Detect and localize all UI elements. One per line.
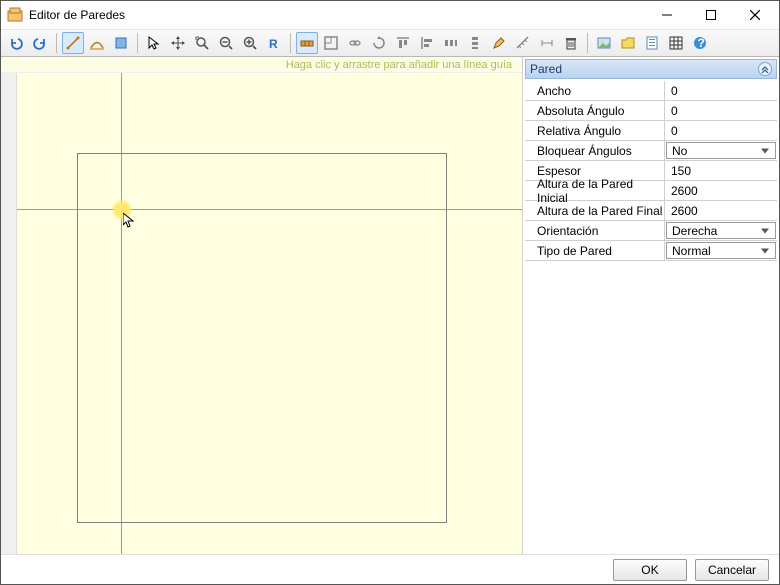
move-icon[interactable] [167,32,189,54]
property-label: Ancho [525,81,665,100]
help-icon[interactable]: ? [689,32,711,54]
ok-button[interactable]: OK [613,559,687,581]
zoom-extents-icon[interactable] [191,32,213,54]
align-left-icon[interactable] [416,32,438,54]
minimize-button[interactable] [645,1,689,29]
property-row: Altura de la Pared Final2600 [525,201,777,221]
clipboard-icon[interactable] [641,32,663,54]
workspace: Haga clic y arrastre para añadir una lín… [1,57,522,554]
property-row: OrientaciónDerecha [525,221,777,241]
rotate-tool-icon[interactable] [368,32,390,54]
wall-tool-icon[interactable] [296,32,318,54]
property-label: Relativa Ángulo [525,121,665,140]
window-title: Editor de Paredes [29,8,645,22]
distribute-h-icon[interactable] [440,32,462,54]
separator [587,33,588,53]
property-dropdown[interactable]: Normal [666,242,776,259]
image-tool-icon[interactable] [593,32,615,54]
cursor-icon [123,213,139,229]
property-row: Bloquear ÁngulosNo [525,141,777,161]
undo-icon[interactable] [5,32,27,54]
panel-header[interactable]: Pared [525,59,777,79]
property-value[interactable]: 0 [665,121,777,140]
property-row: Absoluta Ángulo0 [525,101,777,121]
property-list: Ancho0Absoluta Ángulo0Relativa Ángulo0Bl… [525,81,777,261]
toolbar: R ? [1,29,779,57]
zoom-out-icon[interactable] [215,32,237,54]
property-label: Absoluta Ángulo [525,101,665,120]
link-tool-icon[interactable] [344,32,366,54]
maximize-button[interactable] [689,1,733,29]
svg-text:R: R [269,37,278,51]
cancel-button[interactable]: Cancelar [695,559,769,581]
separator [56,33,57,53]
property-label: Altura de la Pared Final [525,201,665,220]
property-row: Altura de la Pared Inicial2600 [525,181,777,201]
property-label: Bloquear Ángulos [525,141,665,160]
distribute-v-icon[interactable] [464,32,486,54]
svg-text:?: ? [698,36,705,50]
measure-tool-icon[interactable] [512,32,534,54]
room-tool-icon[interactable] [320,32,342,54]
edit-tool-icon[interactable] [488,32,510,54]
titlebar: Editor de Paredes [1,1,779,29]
property-dropdown[interactable]: No [666,142,776,159]
property-row: Ancho0 [525,81,777,101]
zoom-in-icon[interactable] [239,32,261,54]
delete-icon[interactable] [560,32,582,54]
app-icon [7,7,23,23]
collapse-icon[interactable] [758,62,772,76]
property-row: Tipo de ParedNormal [525,241,777,261]
close-button[interactable] [733,1,777,29]
property-row: Relativa Ángulo0 [525,121,777,141]
property-value[interactable]: 2600 [665,181,777,200]
hint-strip: Haga clic y arrastre para añadir una lín… [1,57,522,73]
property-dropdown[interactable]: Derecha [666,222,776,239]
canvas[interactable] [17,73,522,554]
grid-icon[interactable] [665,32,687,54]
folder-icon[interactable] [617,32,639,54]
properties-panel: Pared Ancho0Absoluta Ángulo0Relativa Áng… [522,57,779,554]
property-value[interactable]: 2600 [665,201,777,220]
separator [290,33,291,53]
property-value[interactable]: 150 [665,161,777,180]
property-value[interactable]: 0 [665,101,777,120]
property-label: Altura de la Pared Inicial [525,181,665,200]
dimension-tool-icon[interactable] [536,32,558,54]
guide-line-tool-icon[interactable] [62,32,84,54]
property-label: Orientación [525,221,665,240]
button-bar: OK Cancelar [1,554,779,584]
scrollbar-vertical[interactable] [1,73,17,554]
property-value[interactable]: 0 [665,81,777,100]
reset-icon[interactable]: R [263,32,285,54]
pointer-icon[interactable] [143,32,165,54]
property-label: Tipo de Pared [525,241,665,260]
redo-icon[interactable] [29,32,51,54]
curve-guide-icon[interactable] [86,32,108,54]
wall-fill-icon[interactable] [110,32,132,54]
separator [137,33,138,53]
align-top-icon[interactable] [392,32,414,54]
panel-title: Pared [530,62,562,76]
